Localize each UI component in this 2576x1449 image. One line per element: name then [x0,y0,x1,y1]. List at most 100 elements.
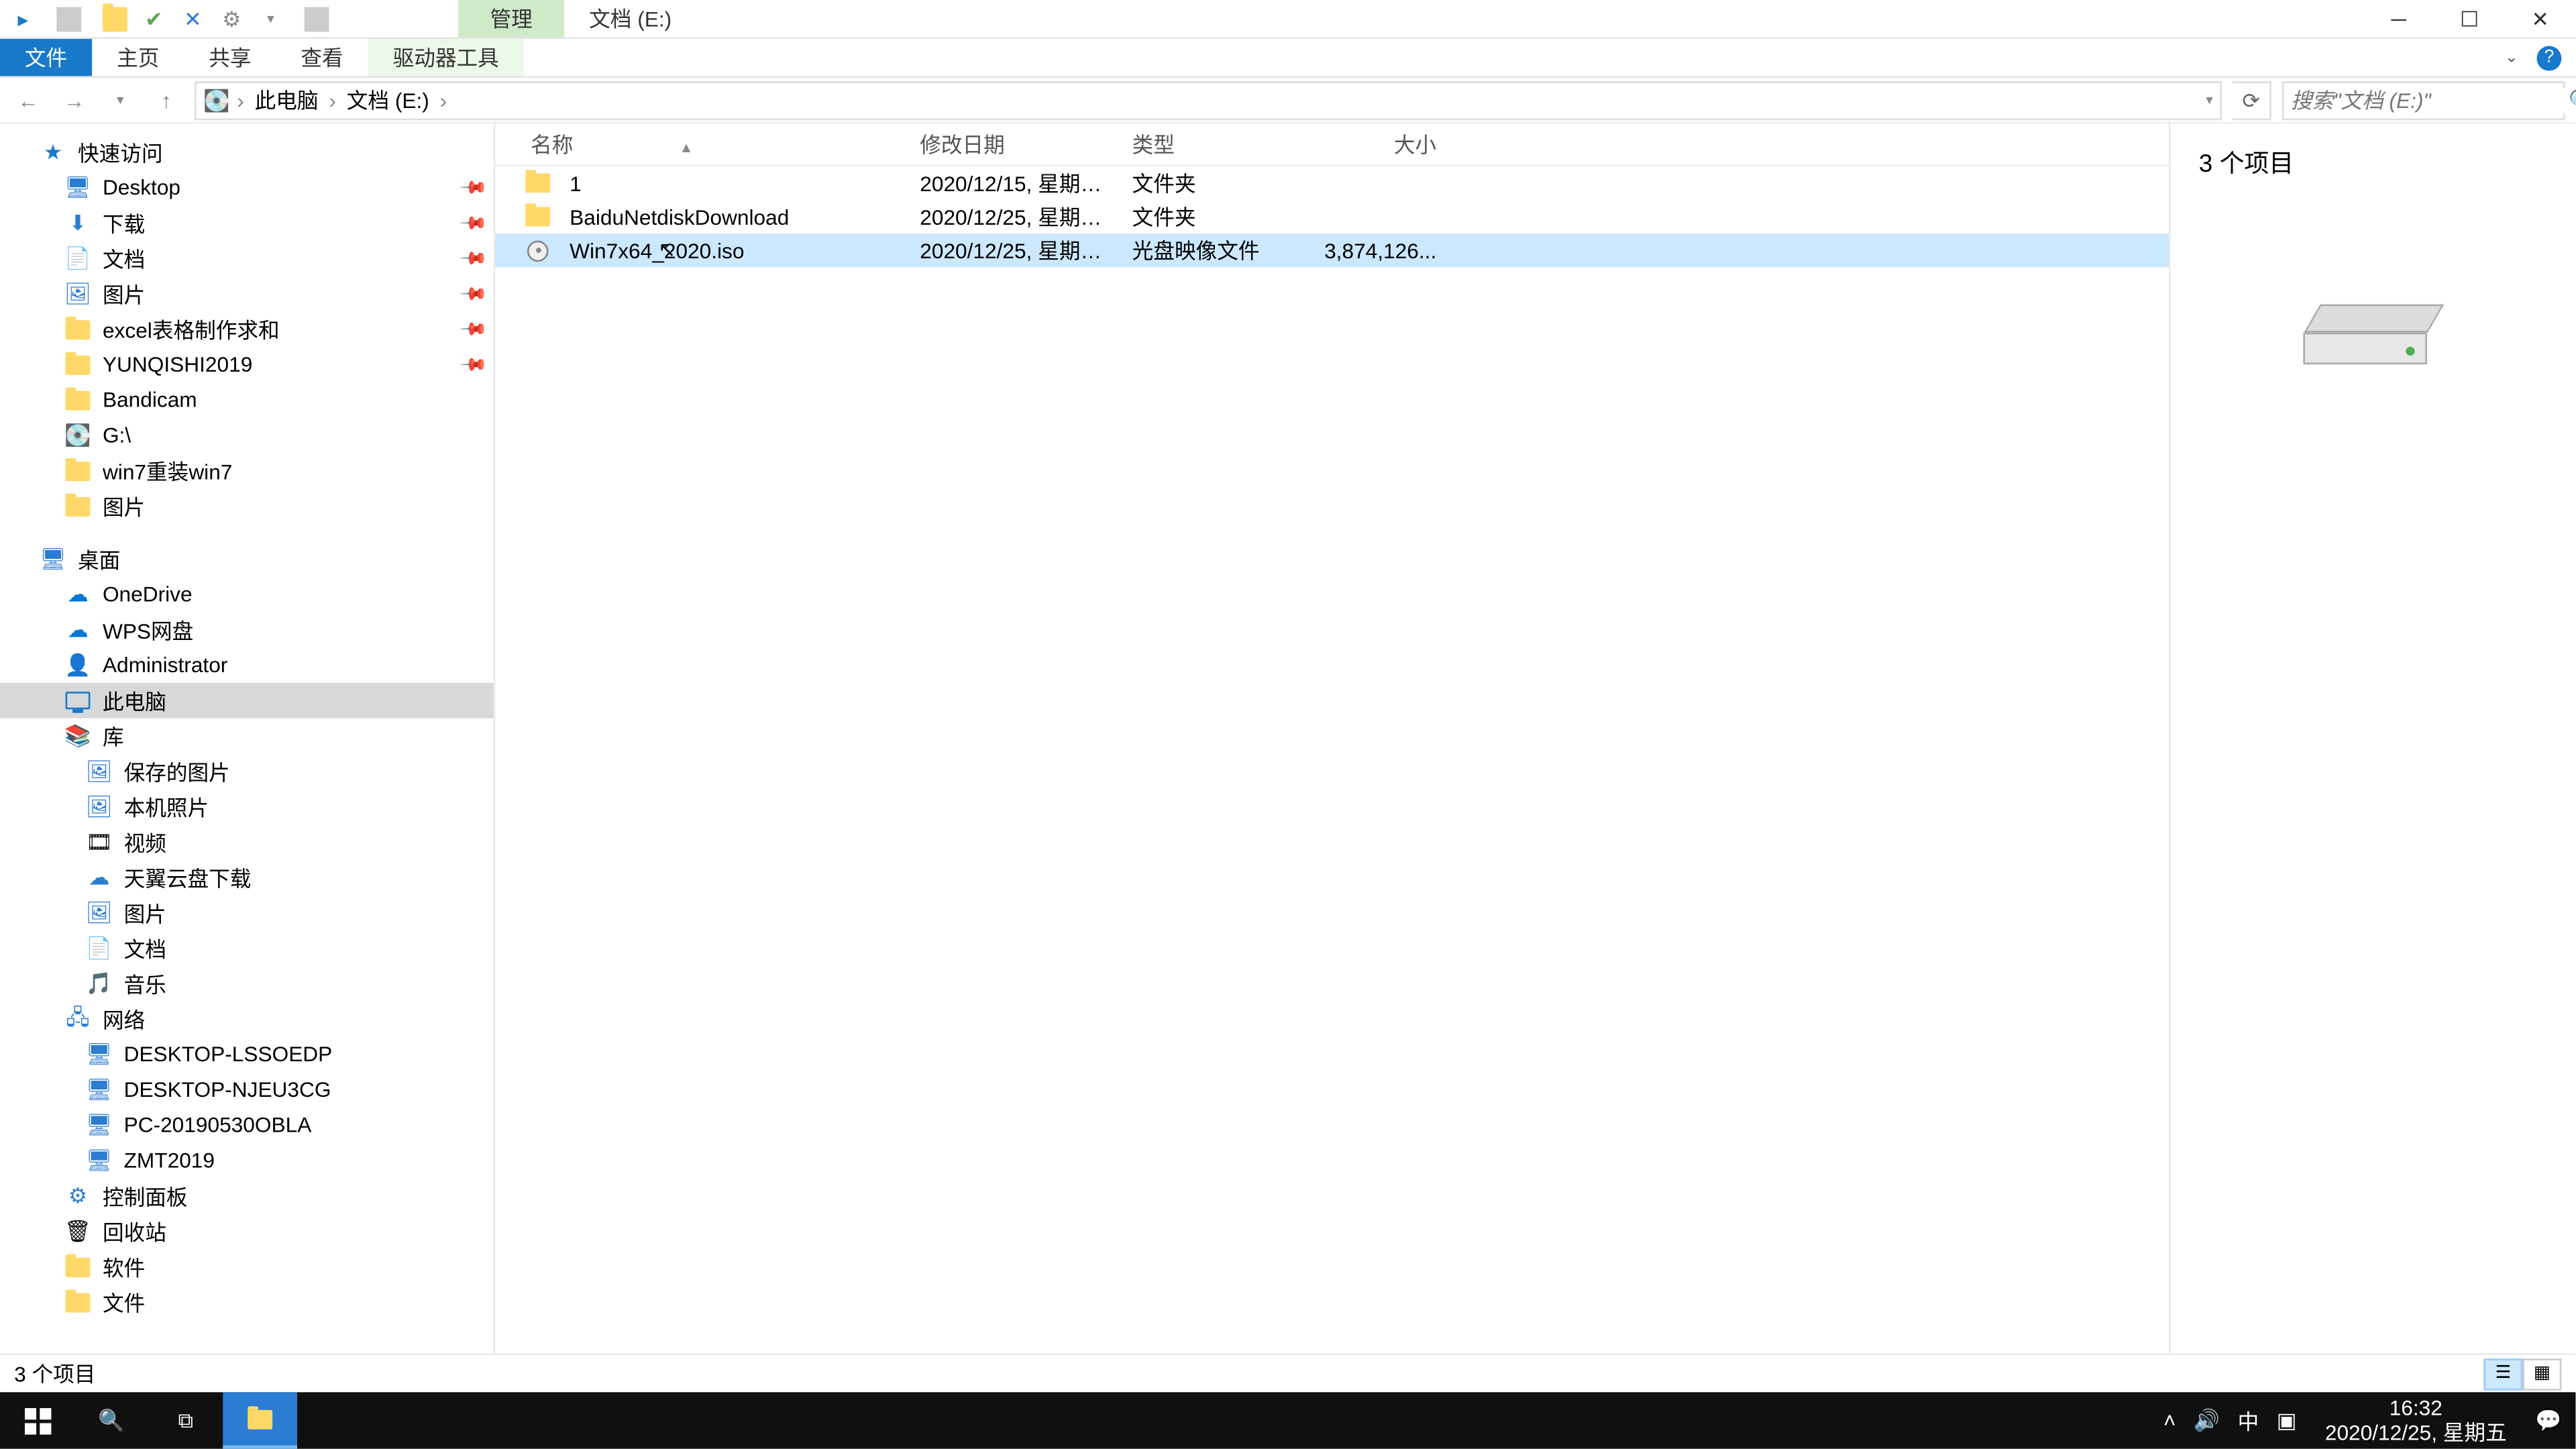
nav-saved-pics[interactable]: 🖼保存的图片 [0,753,494,789]
chevron-right-icon[interactable]: › [233,88,248,113]
qat-settings-icon[interactable]: ⚙ [219,6,244,31]
cell-name: Win7x64_2020.iso [563,238,913,263]
column-name[interactable]: 名称▲ [524,129,913,160]
document-icon: 📄 [85,934,113,962]
nav-network[interactable]: 🖧网络 [0,1002,494,1037]
ime-indicator[interactable]: 中 [2238,1405,2259,1436]
nav-g-drive[interactable]: 💽G:\ [0,417,494,453]
nav-this-pc[interactable]: 此电脑 [0,683,494,718]
column-date[interactable]: 修改日期 [913,129,1125,160]
nav-wps[interactable]: ☁WPS网盘 [0,612,494,647]
nav-net3[interactable]: 🖥PC-20190530OBLA [0,1108,494,1143]
nav-net2[interactable]: 🖥DESKTOP-NJEU3CG [0,1072,494,1108]
explorer-task-button[interactable] [223,1392,297,1448]
qat-close-icon[interactable]: ✕ [180,6,205,31]
qat-dropdown-icon[interactable]: ▾ [258,6,283,31]
nav-documents-2[interactable]: 📄文档 [0,930,494,966]
col-label: 名称 [531,133,573,158]
volume-icon[interactable]: 🔊 [2194,1408,2220,1433]
action-center-icon[interactable]: 💬 [2535,1408,2561,1433]
navigation-pane[interactable]: ★快速访问 🖥Desktop📌 ⬇下载📌 📄文档📌 🖼图片📌 excel表格制作… [0,124,495,1354]
nav-downloads[interactable]: ⬇下载📌 [0,205,494,241]
maximize-button[interactable]: ☐ [2434,0,2505,38]
file-row[interactable]: 12020/12/15, 星期二 1...文件夹 [495,166,2169,200]
nav-pictures-3[interactable]: 🖼图片 [0,895,494,930]
back-button[interactable]: ← [11,83,46,118]
clock[interactable]: 16:32 2020/12/25, 星期五 [2314,1395,2518,1446]
breadcrumb[interactable]: 💽 › 此电脑 › 文档 (E:) › ▾ [195,80,2222,119]
view-details-button[interactable]: ☰ [2483,1358,2522,1389]
chevron-right-icon[interactable]: › [436,88,450,113]
qat-folder-icon[interactable] [103,6,127,31]
search-box[interactable]: 🔍 [2282,80,2565,119]
breadcrumb-this-pc[interactable]: 此电脑 [251,85,322,115]
nav-onedrive[interactable]: ☁OneDrive [0,577,494,612]
nav-net1[interactable]: 🖥DESKTOP-LSSOEDP [0,1036,494,1072]
file-row[interactable]: BaiduNetdiskDownload2020/12/25, 星期五 1...… [495,200,2169,233]
window-title: 文档 (E:) [564,0,696,37]
cell-date: 2020/12/25, 星期五 1... [913,235,1125,266]
nav-desktop[interactable]: 🖥Desktop📌 [0,170,494,205]
folder-icon [64,386,92,414]
column-type[interactable]: 类型 [1125,129,1302,160]
nav-videos[interactable]: 🎞视频 [0,824,494,860]
nav-software[interactable]: 软件 [0,1249,494,1285]
column-size[interactable]: 大小 [1302,129,1444,160]
search-input[interactable] [2291,88,2569,113]
nav-documents[interactable]: 📄文档📌 [0,241,494,276]
tab-home[interactable]: 主页 [92,39,184,76]
search-button[interactable]: 🔍 [74,1392,149,1448]
folder-icon [524,203,552,231]
tab-file[interactable]: 文件 [0,39,92,76]
chevron-right-icon[interactable]: › [325,88,339,113]
tab-share[interactable]: 共享 [184,39,276,76]
nav-bandicam[interactable]: Bandicam [0,382,494,418]
nav-label: 文件 [103,1287,145,1317]
nav-file-folder[interactable]: 文件 [0,1284,494,1320]
addr-dropdown-icon[interactable]: ▾ [2206,92,2213,108]
tab-drive-tools[interactable]: 驱动器工具 [368,39,524,76]
minimize-button[interactable]: ─ [2363,0,2434,38]
nav-excel[interactable]: excel表格制作求和📌 [0,311,494,347]
tray-overflow-icon[interactable]: ˄ [2163,1408,2176,1433]
nav-library[interactable]: 📚库 [0,718,494,754]
pin-icon: 📌 [458,315,487,343]
file-row[interactable]: Win7x64_2020.iso2020/12/25, 星期五 1...光盘映像… [495,233,2169,267]
tray-app-icon[interactable]: ▣ [2277,1408,2297,1433]
nav-win7reinstall[interactable]: win7重装win7 [0,453,494,488]
close-button[interactable]: ✕ [2505,0,2575,38]
search-icon[interactable]: 🔍 [2569,88,2576,113]
tab-view[interactable]: 查看 [276,39,368,76]
help-icon[interactable]: ? [2536,45,2561,70]
nav-yunqishi[interactable]: YUNQISHI2019📌 [0,347,494,382]
nav-net4[interactable]: 🖥ZMT2019 [0,1143,494,1179]
status-text: 3 个项目 [14,1358,95,1389]
up-button[interactable]: ↑ [149,83,184,118]
qat-check-icon[interactable]: ✔ [142,6,166,31]
view-thumbnails-button[interactable]: ▦ [2522,1358,2561,1389]
forward-button[interactable]: → [56,83,92,118]
start-button[interactable] [0,1392,74,1448]
recent-dropdown-icon[interactable]: ▾ [103,83,138,118]
nav-camera-roll[interactable]: 🖼本机照片 [0,789,494,824]
refresh-button[interactable]: ⟳ [2233,80,2271,119]
collapse-ribbon-icon[interactable]: ⌄ [2505,48,2522,67]
nav-label: 回收站 [103,1216,166,1246]
nav-pictures[interactable]: 🖼图片📌 [0,276,494,311]
file-list: 名称▲ 修改日期 类型 大小 ↖ 12020/12/15, 星期二 1...文件… [495,124,2169,1354]
nav-quick-access[interactable]: ★快速访问 [0,134,494,170]
picture-icon: 🖼 [85,792,113,820]
nav-control-panel[interactable]: ⚙控制面板 [0,1178,494,1214]
breadcrumb-drive-e[interactable]: 文档 (E:) [343,85,433,115]
nav-desktop-group[interactable]: 🖥桌面 [0,541,494,577]
task-view-button[interactable]: ⧉ [149,1392,223,1448]
taskbar: 🔍 ⧉ ˄ 🔊 中 ▣ 16:32 2020/12/25, 星期五 💬 [0,1392,2575,1448]
nav-admin[interactable]: 👤Administrator [0,647,494,683]
nav-pictures-2[interactable]: 图片 [0,488,494,524]
nav-label: 控制面板 [103,1181,188,1211]
nav-music[interactable]: 🎵音乐 [0,966,494,1002]
pin-icon: 📌 [458,244,487,273]
nav-recycle[interactable]: 🗑回收站 [0,1214,494,1249]
nav-tianyun[interactable]: ☁天翼云盘下载 [0,860,494,896]
contextual-tab-manage[interactable]: 管理 [458,0,564,37]
